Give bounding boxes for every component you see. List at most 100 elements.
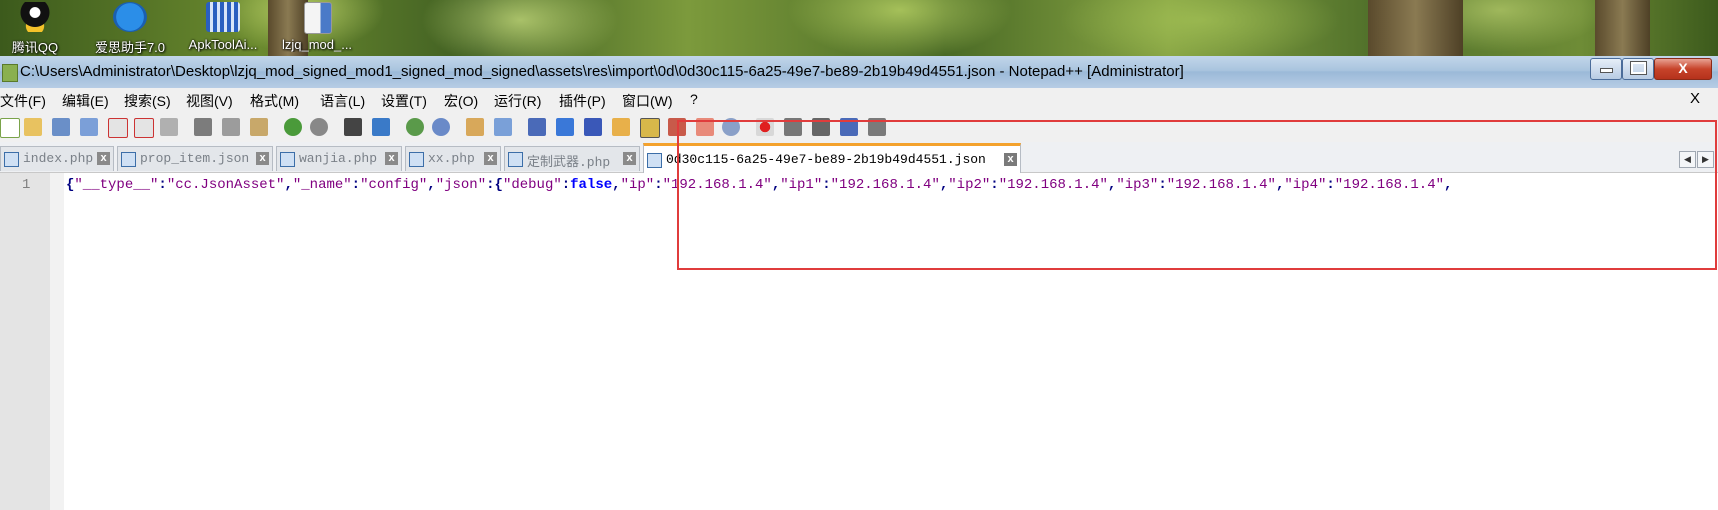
menu-language[interactable]: 语言(L): [320, 91, 365, 111]
code-token: "ip3": [1116, 177, 1159, 193]
desktop-icon-apktool[interactable]: ApkToolAi...: [178, 0, 268, 56]
tab-scroll-left-icon[interactable]: ◀: [1679, 151, 1696, 168]
menu-format[interactable]: 格式(M): [250, 91, 299, 111]
maximize-icon: [1629, 61, 1647, 75]
code-token: "json": [435, 177, 487, 193]
desktop-icon-label: ApkToolAi...: [188, 37, 258, 52]
sync-vertical-icon[interactable]: [466, 118, 484, 136]
apktool-icon: [206, 2, 240, 32]
show-all-characters-icon[interactable]: [556, 118, 574, 136]
redo-icon[interactable]: [310, 118, 328, 136]
find-icon[interactable]: [344, 118, 362, 136]
close-tab-icon[interactable]: x: [97, 152, 110, 165]
close-tab-icon[interactable]: x: [1004, 153, 1017, 166]
menu-view[interactable]: 视图(V): [186, 91, 233, 111]
menu-plugins[interactable]: 插件(P): [559, 91, 606, 111]
maximize-button[interactable]: [1622, 58, 1654, 80]
save-icon[interactable]: [52, 118, 70, 136]
minimize-button[interactable]: [1590, 58, 1622, 80]
run-macro-multiple-icon[interactable]: [840, 118, 858, 136]
tab-index-php[interactable]: index.php x: [0, 146, 114, 171]
menu-file[interactable]: 文件(F): [0, 91, 46, 111]
new-file-icon[interactable]: [0, 118, 20, 138]
code-token: "ip4": [1284, 177, 1327, 193]
close-tab-icon[interactable]: x: [623, 152, 636, 165]
tab-scroll-right-icon[interactable]: ▶: [1697, 151, 1714, 168]
indent-guide-icon[interactable]: [584, 118, 602, 136]
saved-file-icon: [280, 152, 295, 167]
doc-map-icon[interactable]: [640, 118, 660, 138]
code-token: "ip": [620, 177, 655, 193]
code-token: "cc.JsonAsset": [166, 177, 285, 193]
code-token: "ip2": [948, 177, 991, 193]
close-button[interactable]: X: [1654, 58, 1712, 80]
zoom-in-icon[interactable]: [406, 118, 424, 136]
title-bar[interactable]: C:\Users\Administrator\Desktop\lzjq_mod_…: [0, 56, 1718, 88]
desktop-icon-i4[interactable]: 爱思助手7.0: [85, 0, 175, 56]
tab-xx-php[interactable]: xx.php x: [405, 146, 501, 171]
close-all-icon[interactable]: [134, 118, 154, 138]
line-number: 1: [22, 177, 31, 193]
close-tab-icon[interactable]: x: [256, 152, 269, 165]
folder-workspace-icon[interactable]: [696, 118, 714, 136]
undo-icon[interactable]: [284, 118, 302, 136]
i4-assistant-icon: [113, 2, 147, 32]
desktop-icon-qq[interactable]: 腾讯QQ: [0, 0, 80, 56]
desktop-icon-label: 爱思助手7.0: [94, 40, 166, 55]
saved-file-icon: [647, 153, 662, 168]
qq-penguin-icon: [18, 2, 52, 32]
code-token: :: [1326, 177, 1335, 193]
monitoring-icon[interactable]: [722, 118, 740, 136]
menu-settings[interactable]: 设置(T): [381, 91, 427, 111]
open-file-icon[interactable]: [24, 118, 42, 136]
tab-custom-weapon-php[interactable]: 定制武器.php x: [504, 146, 640, 171]
code-token: ,: [939, 177, 949, 193]
save-all-icon[interactable]: [80, 118, 98, 136]
menu-edit[interactable]: 编辑(E): [62, 91, 109, 111]
zoom-out-icon[interactable]: [432, 118, 450, 136]
tab-prop-item-json[interactable]: prop_item.json x: [117, 146, 273, 171]
print-icon[interactable]: [160, 118, 178, 136]
code-line[interactable]: {"__type__":"cc.JsonAsset","_name":"conf…: [66, 177, 1452, 193]
menu-search[interactable]: 搜索(S): [124, 91, 171, 111]
close-file-icon[interactable]: [108, 118, 128, 138]
copy-icon[interactable]: [222, 118, 240, 136]
save-macro-icon[interactable]: [868, 118, 886, 136]
close-document-button[interactable]: X: [1690, 90, 1700, 107]
menu-window[interactable]: 窗口(W): [622, 91, 673, 111]
tab-label: 定制武器.php: [527, 155, 611, 170]
close-tab-icon[interactable]: x: [484, 152, 497, 165]
file-icon: [304, 2, 332, 34]
tree-trunk: [1368, 0, 1463, 56]
paste-icon[interactable]: [250, 118, 268, 136]
editor-area[interactable]: 1 {"__type__":"cc.JsonAsset","_name":"co…: [0, 173, 1718, 510]
language-icon[interactable]: [612, 118, 630, 136]
fold-margin[interactable]: [50, 173, 64, 510]
tab-label: index.php: [23, 151, 94, 166]
code-token: ,: [284, 177, 293, 193]
close-icon: X: [1678, 60, 1688, 76]
code-token: "192.168.1.4": [998, 177, 1108, 193]
code-token: false: [570, 177, 613, 193]
playback-macro-icon[interactable]: [812, 118, 830, 136]
record-macro-icon[interactable]: [756, 118, 774, 136]
menu-help[interactable]: ?: [690, 91, 698, 107]
code-token: "_name": [292, 177, 352, 193]
stop-recording-icon[interactable]: [784, 118, 802, 136]
cut-icon[interactable]: [194, 118, 212, 136]
desktop-icon-file[interactable]: lzjq_mod_...: [272, 0, 362, 56]
function-list-icon[interactable]: [668, 118, 686, 136]
word-wrap-icon[interactable]: [528, 118, 546, 136]
code-token: "ip1": [780, 177, 823, 193]
menu-macro[interactable]: 宏(O): [444, 91, 478, 111]
close-tab-icon[interactable]: x: [385, 152, 398, 165]
tab-active-json[interactable]: 0d30c115-6a25-49e7-be89-2b19b49d4551.jso…: [643, 143, 1021, 174]
menu-run[interactable]: 运行(R): [494, 91, 541, 111]
sync-horizontal-icon[interactable]: [494, 118, 512, 136]
code-token: ,: [612, 177, 621, 193]
tab-wanjia-php[interactable]: wanjia.php x: [276, 146, 402, 171]
toolbar: [0, 112, 1718, 143]
tree-trunk: [1595, 0, 1650, 56]
window-title: C:\Users\Administrator\Desktop\lzjq_mod_…: [20, 63, 1184, 80]
replace-icon[interactable]: [372, 118, 390, 136]
